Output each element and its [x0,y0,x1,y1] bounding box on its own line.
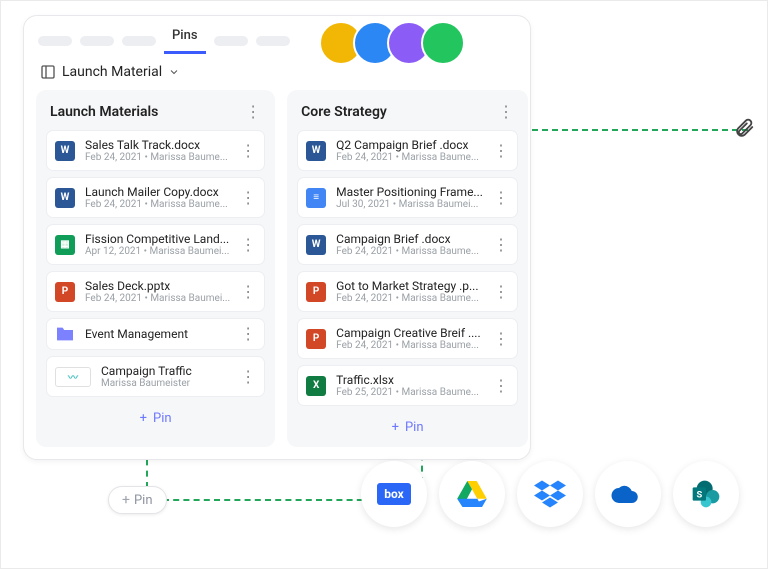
column-title: Launch Materials [50,104,158,120]
pin-label: Pin [405,420,424,435]
file-name: Got to Market Strategy .p... [336,279,483,293]
file-name: Campaign Traffic [101,364,230,378]
more-icon[interactable]: ⋮ [493,237,509,253]
file-name: Launch Mailer Copy.docx [85,185,230,199]
file-name: Fission Competitive Land... [85,232,230,246]
more-icon[interactable]: ⋮ [240,326,256,342]
more-icon[interactable]: ⋮ [493,143,509,159]
sheets-icon: ▦ [55,235,75,255]
gdrive-icon [457,481,487,507]
more-icon[interactable]: ⋮ [240,284,256,300]
service-onedrive[interactable] [595,461,661,527]
word-icon: W [306,235,326,255]
breadcrumb-title: Launch Material [62,64,162,80]
tab-placeholder[interactable] [214,36,248,46]
service-gdrive[interactable] [439,461,505,527]
column: Launch Materials⋮WSales Talk Track.docxF… [36,90,275,447]
pin-button[interactable]: + Pin [297,412,518,437]
column: Core Strategy⋮WQ2 Campaign Brief .docxFe… [287,90,528,447]
avatar-stack [329,21,465,65]
file-meta: Feb 24, 2021 • Marissa Baume... [336,246,483,257]
service-box[interactable]: box [361,461,427,527]
file-meta: Feb 24, 2021 • Marissa Baumei... [85,293,230,304]
list-item[interactable]: Event Management ⋮ [46,318,265,350]
more-icon[interactable]: ⋮ [240,369,256,385]
file-meta: Feb 24, 2021 • Marissa Baume... [85,199,230,210]
word-icon: W [55,141,75,161]
word-icon: W [55,188,75,208]
file-meta: Feb 24, 2021 • Marissa Baume... [336,152,483,163]
file-meta: Feb 24, 2021 • Marissa Baume... [336,293,483,304]
ppt-icon: P [55,282,75,302]
more-icon[interactable]: ⋮ [493,284,509,300]
file-name: Campaign Creative Breif .... [336,326,483,340]
list-item[interactable]: W Sales Talk Track.docxFeb 24, 2021 • Mar… [46,130,265,171]
excel-icon: X [306,376,326,396]
chart-icon: 〰︎ [55,367,91,387]
service-dropbox[interactable] [517,461,583,527]
more-icon[interactable]: ⋮ [493,190,509,206]
layout-icon [40,64,56,80]
ppt-icon: P [306,282,326,302]
file-name: Campaign Brief .docx [336,232,483,246]
file-meta: Marissa Baumeister [101,378,230,389]
pins-panel: Pins Launch Material Launch Materials⋮WS… [23,15,531,460]
integration-row: box S [361,461,739,527]
more-icon[interactable]: ⋮ [245,104,261,120]
dropbox-icon [534,480,566,508]
service-sharepoint[interactable]: S [673,461,739,527]
ppt-icon: P [306,329,326,349]
pin-label: Pin [134,493,153,508]
tab-pins[interactable]: Pins [164,28,206,54]
list-item[interactable]: X Traffic.xlsxFeb 25, 2021 • Marissa Baum… [297,365,518,406]
file-name: Sales Talk Track.docx [85,138,230,152]
plus-icon: + [140,411,147,426]
list-item[interactable]: ≡ Master Positioning Frame...Jul 30, 2021… [297,177,518,218]
tab-placeholder[interactable] [38,36,72,46]
tab-placeholder[interactable] [122,36,156,46]
column-title: Core Strategy [301,104,387,120]
more-icon[interactable]: ⋮ [493,378,509,394]
list-item[interactable]: ▦ Fission Competitive Land...Apr 12, 2021… [46,224,265,265]
plus-icon: + [122,492,130,508]
word-icon: W [306,141,326,161]
avatar[interactable] [421,21,465,65]
svg-text:S: S [696,489,702,500]
file-meta: Feb 25, 2021 • Marissa Baume... [336,387,483,398]
list-item[interactable]: P Got to Market Strategy .p...Feb 24, 202… [297,271,518,312]
sharepoint-icon: S [690,478,722,510]
more-icon[interactable]: ⋮ [240,190,256,206]
list-item[interactable]: W Launch Mailer Copy.docxFeb 24, 2021 • M… [46,177,265,218]
file-meta: Feb 24, 2021 • Marissa Baume... [85,152,230,163]
file-meta: Jul 30, 2021 • Marissa Baumei... [336,199,483,210]
paperclip-icon[interactable] [733,117,755,143]
list-item[interactable]: W Campaign Brief .docxFeb 24, 2021 • Mari… [297,224,518,265]
file-meta: Feb 24, 2021 • Marissa Baume... [336,340,483,351]
file-name: Traffic.xlsx [336,373,483,387]
plus-icon: + [392,420,399,435]
pin-button[interactable]: + Pin [46,403,265,428]
more-icon[interactable]: ⋮ [493,331,509,347]
tab-placeholder[interactable] [256,36,290,46]
list-item[interactable]: W Q2 Campaign Brief .docxFeb 24, 2021 • M… [297,130,518,171]
list-item[interactable]: 〰︎ Campaign TrafficMarissa Baumeister ⋮ [46,356,265,397]
list-item[interactable]: P Campaign Creative Breif ....Feb 24, 202… [297,318,518,359]
pin-label: Pin [153,411,172,426]
more-icon[interactable]: ⋮ [240,237,256,253]
file-name: Q2 Campaign Brief .docx [336,138,483,152]
box-icon: box [377,483,411,505]
more-icon[interactable]: ⋮ [498,104,514,120]
file-name: Event Management [85,327,230,341]
chevron-down-icon [168,66,180,78]
folder-icon [55,326,75,342]
onedrive-icon [610,482,646,506]
tab-placeholder[interactable] [80,36,114,46]
file-name: Master Positioning Frame... [336,185,483,199]
list-item[interactable]: P Sales Deck.pptxFeb 24, 2021 • Marissa B… [46,271,265,312]
file-name: Sales Deck.pptx [85,279,230,293]
docs-icon: ≡ [306,188,326,208]
external-pin-button[interactable]: + Pin [108,486,167,514]
more-icon[interactable]: ⋮ [240,143,256,159]
file-meta: Apr 12, 2021 • Marissa Baumei... [85,246,230,257]
